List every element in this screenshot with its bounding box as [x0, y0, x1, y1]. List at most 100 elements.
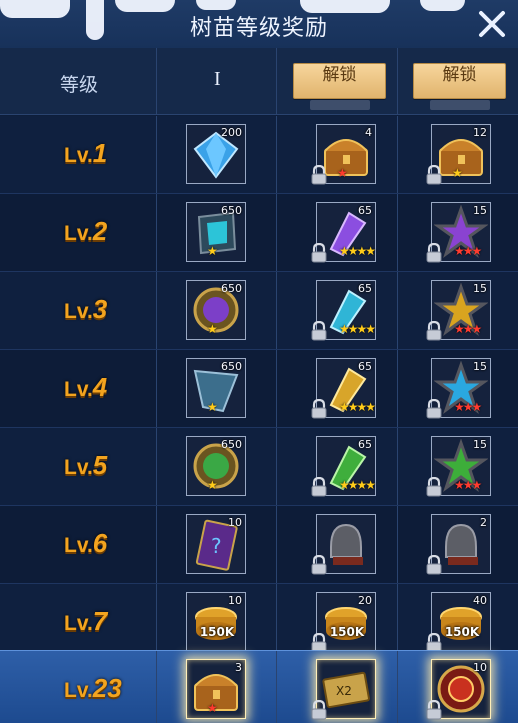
reward-slot[interactable]: [311, 514, 376, 575]
unlock-button-label: 解锁: [442, 65, 477, 85]
svg-text:?: ?: [211, 534, 222, 558]
reward-row-lv-1: Lv.1 200 4 ★ 12 ★: [0, 116, 518, 195]
item-quantity: 15: [473, 360, 487, 373]
reward-row-lv-6: Lv.6? 10 2: [0, 506, 518, 585]
reward-slot[interactable]: 65 ★★★★: [311, 358, 376, 419]
unlock-button-label: 解锁: [322, 65, 357, 85]
reward-row-lv-2: Lv.2 650 ★ 65 ★★★★ 15 ★★★: [0, 194, 518, 273]
star-rating: ★: [337, 166, 348, 180]
star-rating: ★★★: [454, 478, 482, 492]
star-rating: ★★★★: [339, 478, 376, 492]
reward-row-lv-3: Lv.3 650 ★ 65 ★★★★ 15 ★★★: [0, 272, 518, 351]
star-rating: ★: [207, 701, 218, 715]
title-bar: 树苗等级奖励: [0, 0, 518, 49]
reward-slot[interactable]: 150K 20: [311, 592, 376, 653]
item-quantity: 10: [228, 516, 242, 529]
lock-icon: [426, 477, 442, 497]
item-quantity: 650: [221, 282, 242, 295]
unlock-button-tier-2[interactable]: 解锁: [293, 63, 386, 110]
item-quantity: 3: [235, 661, 242, 674]
level-label: Lv.6: [64, 528, 108, 558]
reward-row-lv-23: Lv.23 3 ★ X2 10: [0, 650, 518, 723]
lock-icon: [426, 399, 442, 419]
reward-slot[interactable]: 65 ★★★★: [311, 280, 376, 341]
reward-slot[interactable]: 10: [426, 659, 491, 720]
item-quantity: 15: [473, 438, 487, 451]
unlock-button-tier-3[interactable]: 解锁: [413, 63, 506, 110]
star-rating: ★★★★: [339, 322, 376, 336]
level-label: Lv.3: [64, 294, 108, 324]
reward-slot[interactable]: 65 ★★★★: [311, 202, 376, 263]
svg-text:X2: X2: [336, 684, 352, 698]
item-quantity: 15: [473, 282, 487, 295]
reward-slot[interactable]: 650 ★: [186, 436, 246, 496]
reward-slot[interactable]: 150K 10: [186, 592, 246, 652]
item-quantity: 20: [358, 594, 372, 607]
star-rating: ★: [452, 166, 463, 180]
level-label: Lv.5: [64, 450, 108, 480]
lock-icon: [426, 555, 442, 575]
item-quantity: 200: [221, 126, 242, 139]
reward-slot[interactable]: 650 ★: [186, 280, 246, 340]
star-rating: ★: [207, 478, 218, 492]
lock-icon: [311, 243, 327, 263]
coin-amount: 150K: [199, 625, 235, 639]
item-quantity: 65: [358, 204, 372, 217]
star-rating: ★★★★: [339, 244, 376, 258]
lock-icon: [311, 321, 327, 341]
reward-slot[interactable]: 4 ★: [311, 124, 376, 185]
close-icon: [479, 11, 505, 37]
item-quantity: 15: [473, 204, 487, 217]
reward-slot[interactable]: 15 ★★★: [426, 436, 491, 497]
reward-slot[interactable]: 15 ★★★: [426, 202, 491, 263]
reward-slot[interactable]: ? 10: [186, 514, 246, 574]
lock-icon: [426, 165, 442, 185]
close-button[interactable]: [476, 8, 508, 40]
item-quantity: 2: [480, 516, 487, 529]
reward-slot[interactable]: 2: [426, 514, 491, 575]
reward-slot[interactable]: 650 ★: [186, 358, 246, 418]
star-rating: ★: [207, 322, 218, 336]
coin-amount: 150K: [444, 625, 480, 639]
reward-slot[interactable]: 15 ★★★: [426, 358, 491, 419]
lock-icon: [311, 399, 327, 419]
lock-icon: [311, 165, 327, 185]
item-quantity: 650: [221, 204, 242, 217]
reward-slot[interactable]: 200: [186, 124, 246, 184]
lock-icon: [311, 555, 327, 575]
reward-slot[interactable]: 65 ★★★★: [311, 436, 376, 497]
sapling-level-rewards-panel: 树苗等级奖励 等级 I 解锁 解锁 Lv.1 200 4 ★ 12 ★ Lv.2 650 ★ 65…: [0, 0, 518, 723]
star-rating: ★: [207, 400, 218, 414]
level-label: Lv.23: [64, 673, 122, 703]
item-quantity: 4: [365, 126, 372, 139]
header-row: 等级 I 解锁 解锁: [0, 48, 518, 115]
star-rating: ★★★: [454, 322, 482, 336]
lock-icon: [426, 243, 442, 263]
level-column-header: 等级: [60, 74, 99, 96]
item-quantity: 40: [473, 594, 487, 607]
reward-slot[interactable]: 650 ★: [186, 202, 246, 262]
item-quantity: 12: [473, 126, 487, 139]
panel-title: 树苗等级奖励: [189, 16, 328, 41]
star-rating: ★: [207, 244, 218, 258]
level-label: Lv.2: [64, 216, 108, 246]
star-rating: ★★★: [454, 244, 482, 258]
item-quantity: 65: [358, 360, 372, 373]
level-label: Lv.7: [64, 606, 108, 636]
lock-icon: [311, 700, 327, 720]
reward-slot[interactable]: 150K 40: [426, 592, 491, 653]
reward-slot[interactable]: 3 ★: [186, 659, 246, 719]
lock-icon: [426, 700, 442, 720]
item-quantity: 650: [221, 360, 242, 373]
lock-icon: [426, 321, 442, 341]
lock-icon: [311, 477, 327, 497]
coin-amount: 150K: [329, 625, 365, 639]
level-label: Lv.4: [64, 372, 108, 402]
reward-slot[interactable]: 15 ★★★: [426, 280, 491, 341]
item-quantity: 10: [473, 661, 487, 674]
reward-slot[interactable]: 12 ★: [426, 124, 491, 185]
tier-column-header: I: [214, 68, 221, 90]
level-label: Lv.1: [64, 138, 108, 168]
item-quantity: 65: [358, 282, 372, 295]
reward-slot[interactable]: X2: [311, 659, 376, 720]
